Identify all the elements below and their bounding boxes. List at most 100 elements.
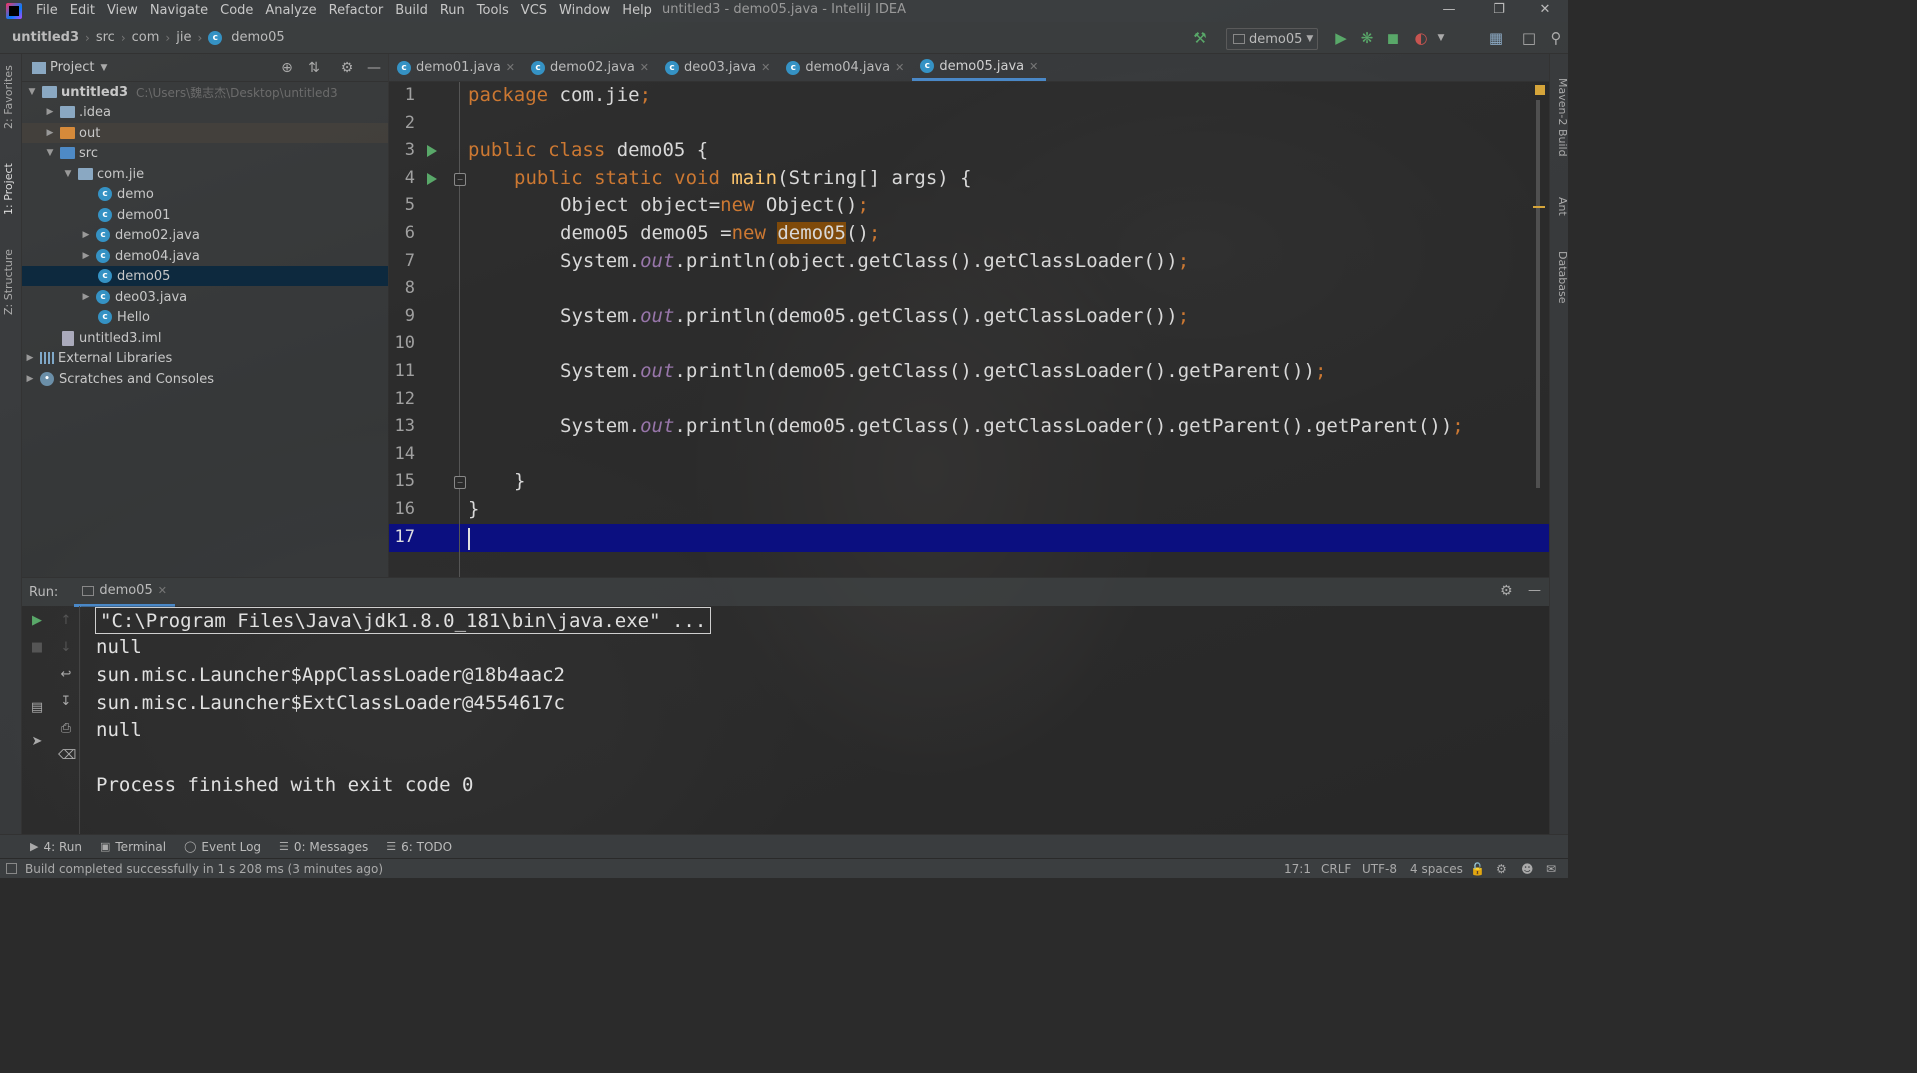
notifications-icon[interactable]: ✉ — [1546, 859, 1556, 878]
tree-node[interactable]: ▶ External Libraries — [22, 348, 388, 368]
menu-file[interactable]: File — [30, 0, 64, 22]
print-icon[interactable]: ⎙ — [58, 721, 74, 737]
tab-demo04[interactable]: c demo04.java ✕ — [778, 54, 912, 81]
expand-arrow-icon[interactable]: ▼ — [44, 148, 56, 158]
profile-icon[interactable]: ◐ — [1412, 29, 1430, 47]
menu-analyze[interactable]: Analyze — [259, 0, 322, 22]
tool-tab-terminal[interactable]: ▣ Terminal — [100, 840, 166, 854]
tool-tab-messages[interactable]: ☰ 0: Messages — [279, 840, 368, 854]
gear-icon[interactable]: ⚙ — [338, 59, 356, 77]
tool-tab-database[interactable]: Database — [1551, 242, 1568, 312]
expand-arrow-icon[interactable]: ▶ — [24, 374, 36, 384]
tree-node[interactable]: ▼ com.jie — [22, 164, 388, 184]
indent-setting[interactable]: 4 spaces — [1410, 859, 1463, 878]
restore-icon[interactable]: ❐ — [1476, 0, 1522, 22]
tree-node-selected[interactable]: c demo05 — [22, 266, 388, 286]
tree-node[interactable]: untitled3.iml — [22, 328, 388, 348]
close-icon[interactable]: ✕ — [761, 61, 770, 74]
code-editor[interactable]: 1 2 3 4 5 6 7 8 9 10 11 12 13 14 15 16 1… — [389, 82, 1549, 577]
git-icon[interactable]: ⚙ — [1496, 859, 1507, 878]
debug-icon[interactable]: ❋ — [1358, 29, 1376, 47]
menu-view[interactable]: View — [101, 0, 144, 22]
menu-refactor[interactable]: Refactor — [323, 0, 390, 22]
pin-icon[interactable]: ➤ — [29, 734, 45, 750]
scroll-thumb[interactable] — [1536, 100, 1540, 488]
close-icon[interactable]: ✕ — [895, 61, 904, 74]
tree-node[interactable]: c demo — [22, 184, 388, 204]
build-hammer-icon[interactable]: ⚒ — [1191, 29, 1209, 47]
scroll-to-end-icon[interactable]: ↧ — [58, 694, 74, 710]
tree-node[interactable]: c demo01 — [22, 205, 388, 225]
close-icon[interactable]: ✕ — [506, 61, 515, 74]
editor-scrollbar[interactable] — [1533, 82, 1547, 577]
menu-run[interactable]: Run — [434, 0, 471, 22]
close-icon[interactable]: ✕ — [1522, 0, 1568, 22]
tool-tab-favorites[interactable]: 2: Favorites — [2, 62, 20, 132]
chevron-down-icon[interactable]: ▼ — [100, 63, 107, 73]
lock-icon[interactable]: 🔓 — [1470, 859, 1485, 878]
rerun-icon[interactable]: ▶ — [29, 613, 45, 629]
menu-edit[interactable]: Edit — [64, 0, 101, 22]
expand-arrow-icon[interactable]: ▶ — [80, 251, 92, 261]
expand-arrow-icon[interactable]: ▼ — [26, 87, 38, 97]
expand-arrow-icon[interactable]: ▼ — [62, 169, 74, 179]
run-tab-demo05[interactable]: demo05 ✕ — [74, 578, 175, 607]
collapse-all-icon[interactable]: ⇅ — [305, 59, 323, 77]
expand-arrow-icon[interactable]: ▶ — [80, 292, 92, 302]
tab-demo01[interactable]: c demo01.java ✕ — [389, 54, 523, 81]
down-arrow-icon[interactable]: ↓ — [58, 640, 74, 656]
minimize-icon[interactable]: — — [1426, 0, 1472, 22]
breadcrumb-jie[interactable]: jie — [172, 30, 195, 45]
stop-icon[interactable]: ■ — [29, 640, 45, 656]
breadcrumb-src[interactable]: src — [92, 30, 119, 45]
warning-marker[interactable] — [1533, 206, 1545, 208]
menu-help[interactable]: Help — [616, 0, 658, 22]
locate-icon[interactable]: ⊕ — [278, 59, 296, 77]
breadcrumb-com[interactable]: com — [128, 30, 164, 45]
hide-icon[interactable]: — — [1528, 583, 1541, 598]
tree-node[interactable]: ▶ out — [22, 123, 388, 143]
project-panel-title[interactable]: Project — [50, 60, 94, 75]
run-main-icon[interactable] — [427, 173, 437, 185]
console-output[interactable]: "C:\Program Files\Java\jdk1.8.0_181\bin\… — [81, 606, 1549, 834]
tree-node[interactable]: ▼ untitled3 C:\Users\魏志杰\Desktop\untitle… — [22, 82, 388, 102]
tab-deo03[interactable]: c deo03.java ✕ — [657, 54, 778, 81]
tool-tab-event-log[interactable]: ◯ Event Log — [184, 840, 261, 854]
gear-icon[interactable]: ⚙ — [1500, 583, 1513, 599]
close-icon[interactable]: ✕ — [158, 584, 167, 597]
tool-windows-icon[interactable] — [6, 863, 17, 874]
tab-demo05-active[interactable]: c demo05.java ✕ — [912, 54, 1047, 81]
menu-vcs[interactable]: VCS — [515, 0, 553, 22]
project-structure-icon[interactable]: ▦ — [1487, 29, 1505, 47]
tool-tab-structure[interactable]: Z: Structure — [2, 242, 20, 322]
hide-icon[interactable]: — — [365, 59, 383, 77]
breadcrumb-project[interactable]: untitled3 — [8, 30, 83, 45]
close-icon[interactable]: ✕ — [1029, 60, 1038, 73]
menu-code[interactable]: Code — [214, 0, 259, 22]
expand-arrow-icon[interactable]: ▶ — [24, 353, 36, 363]
up-arrow-icon[interactable]: ↑ — [58, 613, 74, 629]
soft-wrap-icon[interactable]: ↩ — [58, 667, 74, 683]
expand-arrow-icon[interactable]: ▶ — [44, 107, 56, 117]
tool-tab-project[interactable]: 1: Project — [2, 154, 20, 224]
tool-tab-todo[interactable]: ☰ 6: TODO — [386, 840, 452, 854]
line-separator[interactable]: CRLF — [1321, 859, 1351, 878]
menu-window[interactable]: Window — [553, 0, 616, 22]
tree-node[interactable]: ▶ c demo02.java — [22, 225, 388, 245]
tool-tab-run[interactable]: ▶ 4: Run — [30, 840, 82, 854]
tool-tab-ant[interactable]: Ant — [1551, 186, 1568, 226]
expand-arrow-icon[interactable]: ▶ — [80, 230, 92, 240]
tool-tab-maven[interactable]: Maven-2 Build — [1551, 72, 1568, 162]
layout-icon[interactable]: □ — [1520, 29, 1538, 47]
chevron-down-icon[interactable]: ▼ — [1432, 29, 1450, 47]
close-icon[interactable]: ✕ — [640, 61, 649, 74]
fold-icon[interactable]: − — [454, 476, 466, 489]
analysis-status-icon[interactable] — [1535, 85, 1545, 95]
menu-navigate[interactable]: Navigate — [144, 0, 214, 22]
caret-position[interactable]: 17:1 — [1284, 859, 1311, 878]
coverage-icon[interactable]: ◼ — [1384, 29, 1402, 47]
tree-node[interactable]: c Hello — [22, 307, 388, 327]
breadcrumb-demo05[interactable]: demo05 — [227, 30, 288, 45]
fold-icon[interactable]: − — [454, 173, 466, 186]
run-class-icon[interactable] — [427, 145, 437, 157]
